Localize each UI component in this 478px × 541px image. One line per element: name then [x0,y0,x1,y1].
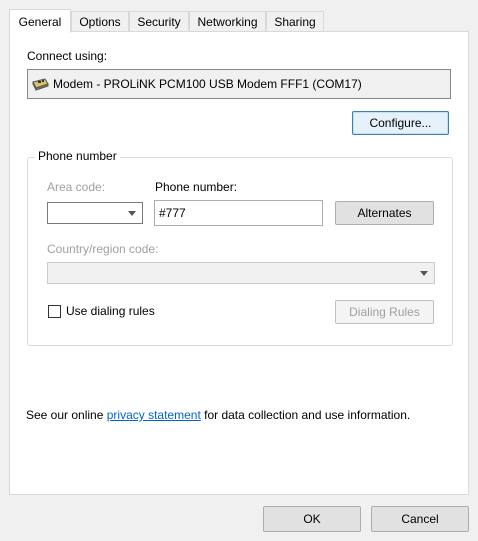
area-code-combobox[interactable] [47,202,143,224]
phone-number-group: Phone number Area code: Phone number: #7… [27,149,453,346]
phone-number-group-title: Phone number [35,149,120,163]
tab-networking[interactable]: Networking [189,11,266,32]
modem-name: Modem - PROLiNK PCM100 USB Modem FFF1 (C… [53,77,362,91]
connect-using-label: Connect using: [27,49,108,63]
tab-security[interactable]: Security [129,11,189,32]
tab-sharing[interactable]: Sharing [266,11,324,32]
tab-options[interactable]: Options [71,11,129,32]
chevron-down-icon [128,211,136,216]
cancel-button[interactable]: Cancel [371,506,469,532]
use-dialing-rules-label[interactable]: Use dialing rules [66,304,155,318]
alternates-button[interactable]: Alternates [335,201,434,225]
phone-number-label: Phone number: [155,180,238,194]
country-code-combobox[interactable] [47,262,435,284]
general-tab-panel: Connect using: Modem - PROLiNK PCM100 US… [9,31,469,495]
chevron-down-icon [420,271,428,276]
configure-button[interactable]: Configure... [352,111,449,135]
tab-general[interactable]: General [9,9,71,33]
privacy-statement-link[interactable]: privacy statement [107,408,201,422]
privacy-prefix: See our online [26,408,107,422]
privacy-suffix: for data collection and use information. [200,408,411,422]
modem-icon [31,76,49,92]
area-code-label: Area code: [47,180,106,194]
ok-button[interactable]: OK [263,506,361,532]
use-dialing-rules-checkbox[interactable] [48,305,61,318]
phone-number-input[interactable]: #777 [154,200,323,226]
country-code-label: Country/region code: [47,242,159,256]
dialing-rules-button[interactable]: Dialing Rules [335,300,434,324]
privacy-text: See our online privacy statement for dat… [26,408,410,422]
modem-field[interactable]: Modem - PROLiNK PCM100 USB Modem FFF1 (C… [27,69,451,99]
